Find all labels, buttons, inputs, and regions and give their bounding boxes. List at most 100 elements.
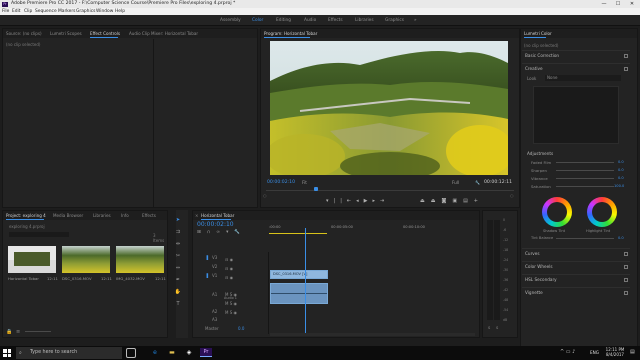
section-basic-correction[interactable]: Basic Correction bbox=[522, 50, 630, 59]
file-explorer-icon[interactable]: ▬ bbox=[167, 348, 177, 357]
curves-checkbox[interactable] bbox=[624, 251, 628, 256]
button-editor-icon[interactable]: + bbox=[474, 198, 478, 207]
fit-dropdown[interactable]: Fit bbox=[302, 180, 307, 185]
comparison-view-icon[interactable]: ▣ bbox=[452, 198, 457, 207]
navigator-start-handle[interactable]: ○ bbox=[263, 193, 267, 198]
timeline-ruler[interactable]: :00:00 00:00:05:00 00:00:10:00 bbox=[269, 223, 478, 235]
lumetri-title[interactable]: Lumetri Color bbox=[524, 31, 552, 36]
menu-sequence[interactable]: Sequence bbox=[35, 8, 57, 15]
project-item-thumb[interactable] bbox=[8, 246, 56, 273]
system-tray-icons[interactable]: ^ ▭ ♪ bbox=[560, 349, 575, 355]
tab-sequence[interactable]: Horizontal Tobar bbox=[201, 213, 234, 218]
step-back-icon[interactable]: ◂ bbox=[356, 198, 359, 207]
premiere-taskbar-icon[interactable]: Pr bbox=[200, 348, 212, 357]
workspace-libraries[interactable]: Libraries bbox=[355, 18, 374, 23]
saturation-value[interactable]: 100.0 bbox=[614, 184, 624, 188]
program-video-frame[interactable] bbox=[270, 41, 508, 175]
hand-tool-icon[interactable]: ✋ bbox=[174, 288, 182, 296]
video-clip[interactable]: DSC_0316.MOV [V] bbox=[270, 270, 328, 279]
track-v1-controls[interactable]: ⊟ ◉ bbox=[225, 273, 265, 282]
menu-window[interactable]: Window bbox=[96, 8, 113, 15]
look-dropdown[interactable]: None bbox=[545, 75, 621, 81]
linked-selection-icon[interactable]: ∞ bbox=[216, 230, 220, 236]
program-playhead[interactable] bbox=[313, 187, 318, 191]
go-to-in-icon[interactable]: ⇤ bbox=[347, 198, 351, 207]
solo-right-button[interactable]: S bbox=[496, 326, 498, 330]
wrench-icon[interactable]: 🔧 bbox=[475, 180, 480, 185]
tab-project[interactable]: Project: exploring 4 bbox=[6, 213, 46, 218]
section-creative[interactable]: Creative bbox=[522, 63, 630, 72]
workspace-more[interactable]: » bbox=[414, 18, 417, 23]
menu-graphics[interactable]: Graphics bbox=[76, 8, 95, 15]
menu-help[interactable]: Help bbox=[115, 8, 125, 15]
list-view-icon[interactable]: ≡ bbox=[16, 329, 20, 335]
play-icon[interactable]: ▶ bbox=[364, 198, 368, 207]
vibrance-value[interactable]: 0.0 bbox=[618, 176, 624, 180]
extract-icon[interactable]: ⏏ bbox=[431, 198, 436, 207]
tab-effects[interactable]: Effects bbox=[142, 213, 156, 218]
tab-source[interactable]: Source: (no clips) bbox=[6, 31, 42, 36]
tab-libraries[interactable]: Libraries bbox=[93, 213, 111, 218]
sharpen-slider[interactable] bbox=[556, 170, 614, 171]
solo-left-button[interactable]: S bbox=[488, 326, 490, 330]
color-wheels-checkbox[interactable] bbox=[624, 264, 628, 269]
ripple-edit-tool-icon[interactable]: ⇹ bbox=[174, 240, 182, 248]
adjustments-label[interactable]: Adjustments bbox=[527, 151, 553, 156]
workspace-color[interactable]: Color bbox=[252, 18, 263, 23]
tab-media-browser[interactable]: Media Browser bbox=[53, 213, 83, 218]
track-a1-label[interactable]: A1 bbox=[212, 292, 217, 297]
notifications-icon[interactable]: ▤ bbox=[630, 349, 635, 355]
track-a3-label[interactable]: A3 bbox=[212, 317, 217, 322]
mark-out-icon[interactable]: | bbox=[334, 198, 336, 207]
timeline-scrollbar[interactable] bbox=[270, 333, 475, 336]
step-forward-icon[interactable]: ▸ bbox=[372, 198, 375, 207]
input-language[interactable]: ENG bbox=[590, 350, 599, 355]
tab-info[interactable]: Info bbox=[121, 213, 129, 218]
lift-icon[interactable]: ⏏ bbox=[420, 198, 425, 207]
lumetri-clip-select[interactable]: (no clip selected) bbox=[524, 43, 559, 48]
track-v2-controls[interactable]: ⊟ ◉ bbox=[225, 264, 265, 273]
workspace-audio[interactable]: Audio bbox=[304, 18, 316, 23]
timeline-settings-icon[interactable]: 🔧 bbox=[234, 230, 240, 236]
vibrance-slider[interactable] bbox=[556, 178, 614, 179]
mark-in-icon[interactable]: ▾ bbox=[326, 198, 329, 207]
track-v3-controls[interactable]: ⊟ ◉ bbox=[225, 255, 265, 264]
slip-tool-icon[interactable]: ⇔ bbox=[174, 264, 182, 272]
shadow-tint-wheel[interactable] bbox=[542, 197, 572, 227]
track-a3-controls[interactable]: M S ◉ bbox=[225, 308, 265, 317]
saturation-slider[interactable] bbox=[556, 186, 614, 187]
close-sequence-icon[interactable]: × bbox=[195, 213, 198, 218]
taskbar-clock[interactable]: 12:11 PM 8/4/2017 bbox=[603, 347, 627, 357]
track-v3-label[interactable]: V3 bbox=[212, 255, 217, 260]
tab-audio-clip-mixer[interactable]: Audio Clip Mixer: Horizontal Tobar bbox=[129, 31, 198, 36]
menu-edit[interactable]: Edit bbox=[12, 8, 21, 15]
program-timecode[interactable]: 00:00:02:10 bbox=[267, 180, 295, 185]
quality-dropdown[interactable]: Full bbox=[452, 180, 459, 185]
track-a1-controls[interactable]: M S ◉ bbox=[225, 290, 265, 299]
workspace-editing[interactable]: Editing bbox=[276, 18, 291, 23]
program-scrubber[interactable] bbox=[266, 190, 514, 191]
tint-balance-value[interactable]: 0.0 bbox=[618, 236, 624, 240]
menu-file[interactable]: File bbox=[2, 8, 9, 15]
close-button[interactable]: ✕ bbox=[626, 0, 638, 8]
workspace-effects[interactable]: Effects bbox=[328, 18, 343, 23]
store-icon[interactable]: ◈ bbox=[184, 348, 194, 357]
track-a2-controls[interactable]: M S ◉ bbox=[225, 299, 265, 308]
workspace-assembly[interactable]: Assembly bbox=[220, 18, 241, 23]
selection-tool-icon[interactable]: ➤ bbox=[174, 216, 182, 224]
pen-tool-icon[interactable]: ✒ bbox=[174, 276, 182, 284]
minimize-button[interactable]: — bbox=[598, 0, 610, 8]
menu-markers[interactable]: Markers bbox=[58, 8, 75, 15]
nest-icon[interactable]: ⊞ bbox=[197, 230, 201, 236]
vignette-checkbox[interactable] bbox=[624, 290, 628, 295]
section-vignette[interactable]: Vignette bbox=[522, 287, 630, 296]
track-target-v3[interactable]: ▐ bbox=[205, 255, 208, 260]
section-hsl-secondary[interactable]: HSL Secondary bbox=[522, 274, 630, 283]
edge-browser-icon[interactable]: e bbox=[150, 348, 160, 357]
section-curves[interactable]: Curves bbox=[522, 248, 630, 257]
track-v1-label[interactable]: V1 bbox=[212, 273, 217, 278]
track-v2-label[interactable]: V2 bbox=[212, 264, 217, 269]
workspace-graphics[interactable]: Graphics bbox=[385, 18, 404, 23]
section-color-wheels[interactable]: Color Wheels bbox=[522, 261, 630, 270]
zoom-slider[interactable] bbox=[25, 331, 51, 332]
